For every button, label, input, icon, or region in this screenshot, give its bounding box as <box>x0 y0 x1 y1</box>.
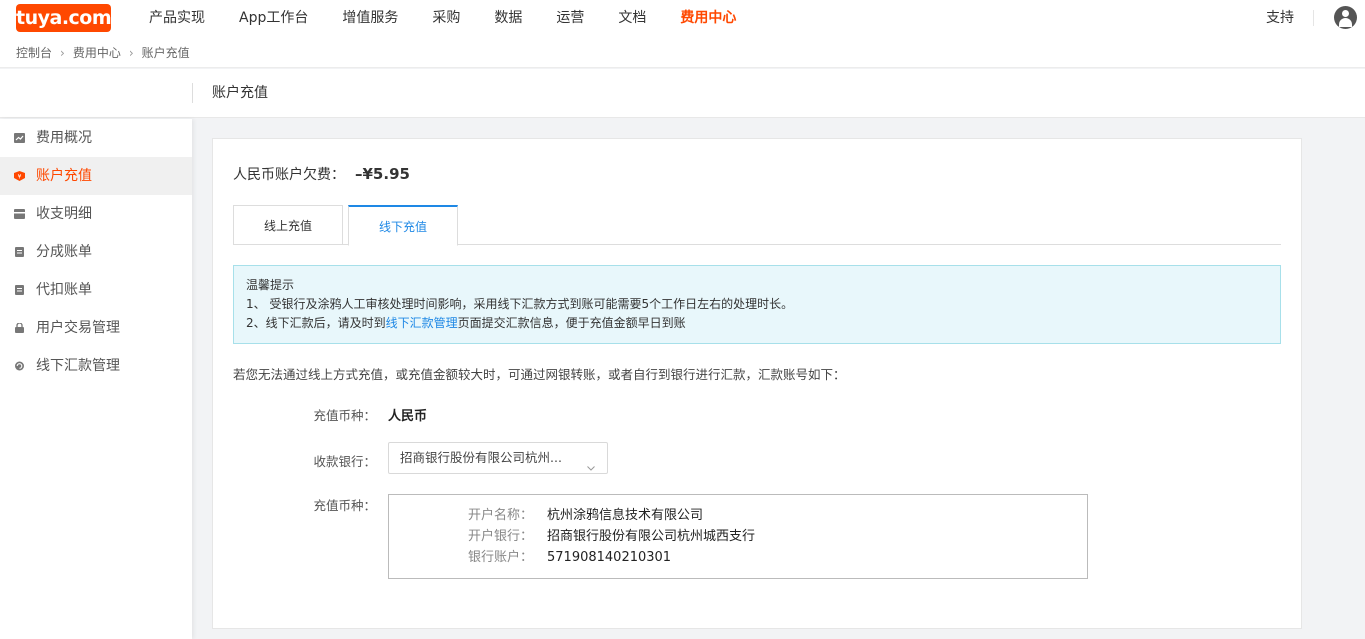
notice-line-2-prefix: 2、线下汇款后，请及时到 <box>246 316 386 330</box>
breadcrumb-current: 账户充值 <box>141 46 190 60</box>
account-number-value: 571908140210301 <box>547 550 672 565</box>
divider <box>192 83 193 103</box>
account-balance: 人民币账户欠费： –¥5.95 <box>233 164 410 184</box>
tuya-logo[interactable]: tuya.com <box>16 4 112 32</box>
sidebar-item-withhold-bills[interactable]: 代扣账单 <box>0 271 192 309</box>
chevron-right-icon: › <box>60 46 65 60</box>
nav-item-product[interactable]: 产品实现 <box>132 0 222 38</box>
user-icon-body <box>1339 18 1352 27</box>
nav-item-value-added[interactable]: 增值服务 <box>325 0 415 38</box>
sidebar: 费用概况 ¥ 账户充值 收支明细 分成账单 代扣账单 用户交易管理 线下汇款管理 <box>0 119 192 639</box>
notice-box: 温馨提示 1、 受银行及涂鸦人工审核处理时间影响，采用线下汇款方式到账可能需要5… <box>233 265 1281 344</box>
lock-icon <box>14 323 25 333</box>
tab-online-recharge[interactable]: 线上充值 <box>233 205 343 245</box>
owe-label: 人民币账户欠费： <box>233 167 345 183</box>
account-bank-row: 开户银行： 招商银行股份有限公司杭州城西支行 <box>389 526 755 547</box>
offline-remittance-link[interactable]: 线下汇款管理 <box>386 316 458 330</box>
nav-item-billing-center[interactable]: 费用中心 <box>663 0 753 38</box>
sidebar-item-label: 线下汇款管理 <box>36 358 120 374</box>
account-info-label: 充值币种： <box>313 498 376 513</box>
breadcrumb-console[interactable]: 控制台 <box>16 38 52 68</box>
chevron-down-icon <box>587 453 595 471</box>
notice-title: 温馨提示 <box>246 278 295 292</box>
bill-icon <box>14 247 25 257</box>
chart-icon <box>14 133 25 143</box>
wallet-icon: ¥ <box>14 171 25 181</box>
nav-item-purchase[interactable]: 采购 <box>415 0 477 38</box>
chevron-right-icon: › <box>128 46 134 60</box>
breadcrumb-billing[interactable]: 费用中心 <box>73 38 121 68</box>
avatar[interactable] <box>1334 6 1357 29</box>
header-divider <box>1313 10 1314 26</box>
support-link[interactable]: 支持 <box>1266 0 1294 36</box>
svg-text:¥: ¥ <box>18 174 22 181</box>
page-title: 账户充值 <box>212 85 268 101</box>
sidebar-item-user-transactions[interactable]: 用户交易管理 <box>0 309 192 347</box>
top-navbar: tuya.com 产品实现 App工作台 增值服务 采购 数据 运营 文档 费用… <box>0 0 1365 38</box>
account-bank-label: 开户银行： <box>467 529 533 544</box>
recharge-tabs: 线上充值 线下充值 <box>233 205 1281 246</box>
page-header: 账户充值 <box>0 69 1365 118</box>
main-nav: 产品实现 App工作台 增值服务 采购 数据 运营 文档 费用中心 <box>132 0 753 38</box>
account-info-box: 开户名称： 杭州涂鸦信息技术有限公司 开户银行： 招商银行股份有限公司杭州城西支… <box>388 494 1088 579</box>
account-bank-value: 招商银行股份有限公司杭州城西支行 <box>547 529 756 544</box>
sidebar-item-split-bills[interactable]: 分成账单 <box>0 233 192 271</box>
account-number-row: 银行账户： 571908140210301 <box>389 547 671 568</box>
notice-line-1: 1、 受银行及涂鸦人工审核处理时间影响，采用线下汇款方式到账可能需要5个工作日左… <box>246 297 794 311</box>
sidebar-item-label: 代扣账单 <box>36 282 92 298</box>
user-icon-head <box>1342 10 1349 17</box>
sidebar-item-offline-remittance[interactable]: 线下汇款管理 <box>0 347 192 385</box>
account-name-value: 杭州涂鸦信息技术有限公司 <box>547 508 704 523</box>
sidebar-item-label: 费用概况 <box>36 130 92 146</box>
breadcrumb: 控制台 › 费用中心 › 账户充值 <box>16 38 190 68</box>
currency-label: 充值币种： <box>313 408 376 423</box>
sidebar-item-label: 收支明细 <box>36 206 92 222</box>
bill-icon <box>14 285 25 295</box>
tab-offline-recharge[interactable]: 线下充值 <box>348 205 458 246</box>
bank-select[interactable]: 招商银行股份有限公司杭州... <box>388 442 608 474</box>
recharge-card: 人民币账户欠费： –¥5.95 线上充值 线下充值 温馨提示 1、 受银行及涂鸦… <box>212 138 1302 629</box>
sidebar-item-label: 账户充值 <box>36 168 92 184</box>
nav-item-app-workbench[interactable]: App工作台 <box>222 0 325 38</box>
remittance-hint: 若您无法通过线上方式充值，或充值金额较大时，可通过网银转账，或者自行到银行进行汇… <box>233 367 846 382</box>
breadcrumb-bar: 控制台 › 费用中心 › 账户充值 <box>0 38 1365 68</box>
nav-item-operation[interactable]: 运营 <box>539 0 601 38</box>
card-icon <box>14 209 25 219</box>
currency-value: 人民币 <box>388 409 428 424</box>
notice-line-2-suffix: 页面提交汇款信息，便于充值金额早日到账 <box>457 316 686 330</box>
sidebar-item-transactions[interactable]: 收支明细 <box>0 195 192 233</box>
bank-select-value: 招商银行股份有限公司杭州... <box>400 450 562 465</box>
refresh-icon <box>14 361 25 371</box>
nav-item-docs[interactable]: 文档 <box>601 0 663 38</box>
nav-item-data[interactable]: 数据 <box>477 0 539 38</box>
account-name-row: 开户名称： 杭州涂鸦信息技术有限公司 <box>389 505 703 526</box>
bank-label: 收款银行： <box>313 454 376 469</box>
account-name-label: 开户名称： <box>467 508 533 523</box>
notice-line-2: 2、线下汇款后，请及时到线下汇款管理页面提交汇款信息，便于充值金额早日到账 <box>246 314 1268 333</box>
owe-amount: –¥5.95 <box>355 165 410 183</box>
account-number-label: 银行账户： <box>467 550 533 565</box>
sidebar-item-overview[interactable]: 费用概况 <box>0 119 192 157</box>
sidebar-item-recharge[interactable]: ¥ 账户充值 <box>0 157 192 195</box>
sidebar-item-label: 用户交易管理 <box>36 320 120 336</box>
sidebar-item-label: 分成账单 <box>36 244 92 260</box>
